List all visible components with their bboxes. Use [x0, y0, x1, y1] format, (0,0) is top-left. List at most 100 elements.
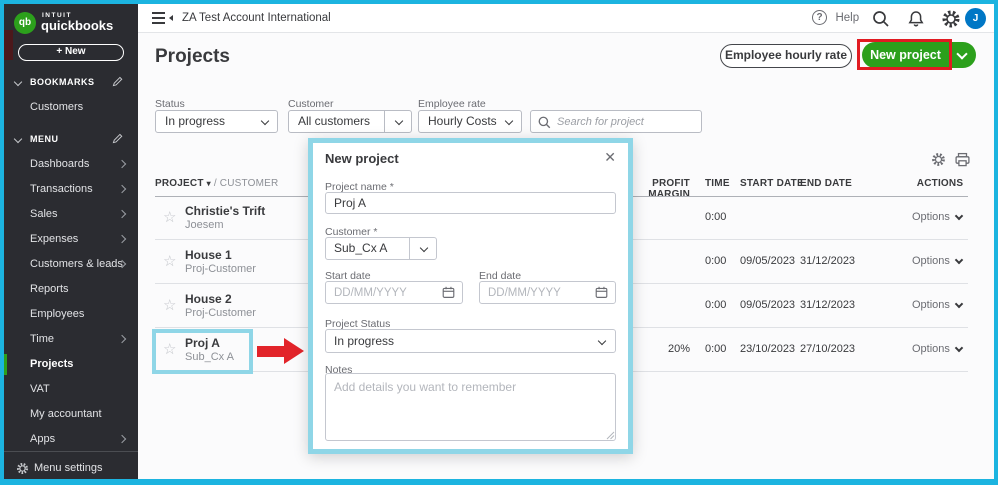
bookmarks-section-header[interactable]: BOOKMARKS	[4, 74, 138, 92]
project-name-link[interactable]: Christie's Trift	[185, 204, 265, 218]
chevron-down-icon	[13, 134, 23, 144]
star-icon[interactable]: ☆	[163, 340, 176, 358]
page-title: Projects	[155, 46, 230, 67]
print-icon[interactable]	[954, 152, 971, 168]
topbar: ZA Test Account International ? Help J	[138, 4, 994, 33]
account-name: ZA Test Account International	[182, 12, 331, 24]
start-date-cell: 09/05/2023	[740, 255, 796, 267]
chevron-down-icon	[954, 211, 964, 221]
customer-filter-dropdown[interactable]: All customers	[288, 110, 412, 133]
avatar[interactable]: J	[965, 8, 986, 29]
sidebar-item-time[interactable]: Time	[4, 327, 138, 352]
start-date-field[interactable]	[325, 281, 463, 304]
chevron-down-icon	[13, 77, 23, 87]
edit-pencil-icon[interactable]	[111, 132, 124, 145]
project-name-link[interactable]: Proj A	[185, 336, 220, 350]
chevron-down-icon	[597, 336, 607, 346]
sort-desc-icon: ▾	[206, 179, 211, 188]
gear-icon	[16, 462, 29, 475]
options-button[interactable]: Options	[912, 211, 968, 223]
customer-dropdown[interactable]: Sub_Cx A	[325, 237, 437, 260]
quickbooks-logo-icon: qb	[14, 12, 36, 34]
sidebar-item-apps[interactable]: Apps	[4, 427, 138, 452]
menu-settings-button[interactable]: Menu settings	[4, 456, 138, 481]
project-search	[530, 110, 702, 133]
sidebar-item-projects[interactable]: Projects	[4, 352, 138, 377]
project-customer: Proj-Customer	[185, 307, 256, 319]
chevron-right-icon	[117, 209, 127, 219]
status-filter-label: Status	[155, 98, 185, 110]
new-project-dialog: New project ✕ Project name * Customer * …	[308, 138, 633, 454]
project-name-link[interactable]: House 2	[185, 292, 232, 306]
close-icon[interactable]: ✕	[604, 150, 616, 164]
menu-section-header[interactable]: MENU	[4, 131, 138, 149]
chevron-down-icon	[956, 48, 968, 60]
sidebar: qb INTUIT quickbooks + New BOOKMARKS Cus…	[4, 4, 138, 479]
end-date-cell: 31/12/2023	[800, 255, 856, 267]
customer-filter-label: Customer	[288, 98, 334, 110]
chevron-right-icon	[117, 184, 127, 194]
chevron-down-icon	[504, 116, 514, 126]
column-header-project[interactable]: PROJECT ▾ / CUSTOMER	[155, 178, 278, 189]
chevron-right-icon	[117, 159, 127, 169]
start-date-cell: 23/10/2023	[740, 343, 796, 355]
options-button[interactable]: Options	[912, 343, 968, 355]
sidebar-item-transactions[interactable]: Transactions	[4, 177, 138, 202]
project-customer: Joesem	[185, 219, 224, 231]
star-icon[interactable]: ☆	[163, 252, 176, 270]
help-button[interactable]: ? Help	[812, 9, 859, 29]
calendar-icon	[442, 286, 455, 298]
quickbooks-wordmark: quickbooks	[41, 18, 114, 33]
sidebar-item-customers[interactable]: Customers	[4, 99, 138, 117]
employee-hourly-rate-button[interactable]: Employee hourly rate	[720, 44, 852, 68]
chevron-down-icon	[260, 116, 270, 126]
table-settings-gear-icon[interactable]	[931, 152, 946, 167]
employee-rate-filter-dropdown[interactable]: Hourly Costs	[418, 110, 522, 133]
project-status-dropdown[interactable]: In progress	[325, 329, 616, 353]
sidebar-item-customers-leads[interactable]: Customers & leads	[4, 252, 138, 277]
column-header-actions: ACTIONS	[916, 178, 964, 189]
star-icon[interactable]: ☆	[163, 296, 176, 314]
sidebar-item-employees[interactable]: Employees	[4, 302, 138, 327]
sidebar-item-my-accountant[interactable]: My accountant	[4, 402, 138, 427]
project-name-field[interactable]	[325, 192, 616, 214]
time-cell: 0:00	[705, 211, 727, 223]
new-project-dropdown-button[interactable]	[951, 42, 976, 68]
sidebar-item-sales[interactable]: Sales	[4, 202, 138, 227]
sidebar-item-dashboards[interactable]: Dashboards	[4, 152, 138, 177]
project-name-link[interactable]: House 1	[185, 248, 232, 262]
dialog-title: New project	[325, 151, 399, 166]
collapse-menu-icon[interactable]	[152, 11, 174, 25]
start-date-cell: 09/05/2023	[740, 299, 796, 311]
search-icon	[538, 116, 551, 129]
chevron-right-icon	[117, 234, 127, 244]
sidebar-item-reports[interactable]: Reports	[4, 277, 138, 302]
time-cell: 0:00	[705, 299, 727, 311]
notes-field[interactable]	[325, 373, 616, 441]
new-button[interactable]: + New	[18, 44, 124, 61]
bell-icon[interactable]	[906, 9, 926, 29]
column-header-time: TIME	[705, 178, 730, 189]
gear-icon[interactable]	[941, 9, 961, 29]
edit-pencil-icon[interactable]	[111, 75, 124, 88]
end-date-cell: 31/12/2023	[800, 299, 856, 311]
options-button[interactable]: Options	[912, 255, 968, 267]
column-header-start-date: START DATE	[740, 178, 804, 189]
sidebar-item-expenses[interactable]: Expenses	[4, 227, 138, 252]
star-icon[interactable]: ☆	[163, 208, 176, 226]
chevron-down-icon	[954, 299, 964, 309]
new-project-button[interactable]: New project	[862, 42, 950, 68]
status-filter-dropdown[interactable]: In progress	[155, 110, 278, 133]
search-input[interactable]	[557, 112, 697, 131]
options-button[interactable]: Options	[912, 299, 968, 311]
time-cell: 0:00	[705, 255, 727, 267]
chevron-down-icon	[419, 243, 429, 253]
chevron-right-icon	[117, 334, 127, 344]
search-icon[interactable]	[871, 9, 891, 29]
project-customer: Sub_Cx A	[185, 351, 234, 363]
end-date-field[interactable]	[479, 281, 616, 304]
help-icon: ?	[812, 10, 827, 26]
app-window: qb INTUIT quickbooks + New BOOKMARKS Cus…	[0, 0, 998, 485]
chevron-right-icon	[117, 434, 127, 444]
sidebar-item-vat[interactable]: VAT	[4, 377, 138, 402]
